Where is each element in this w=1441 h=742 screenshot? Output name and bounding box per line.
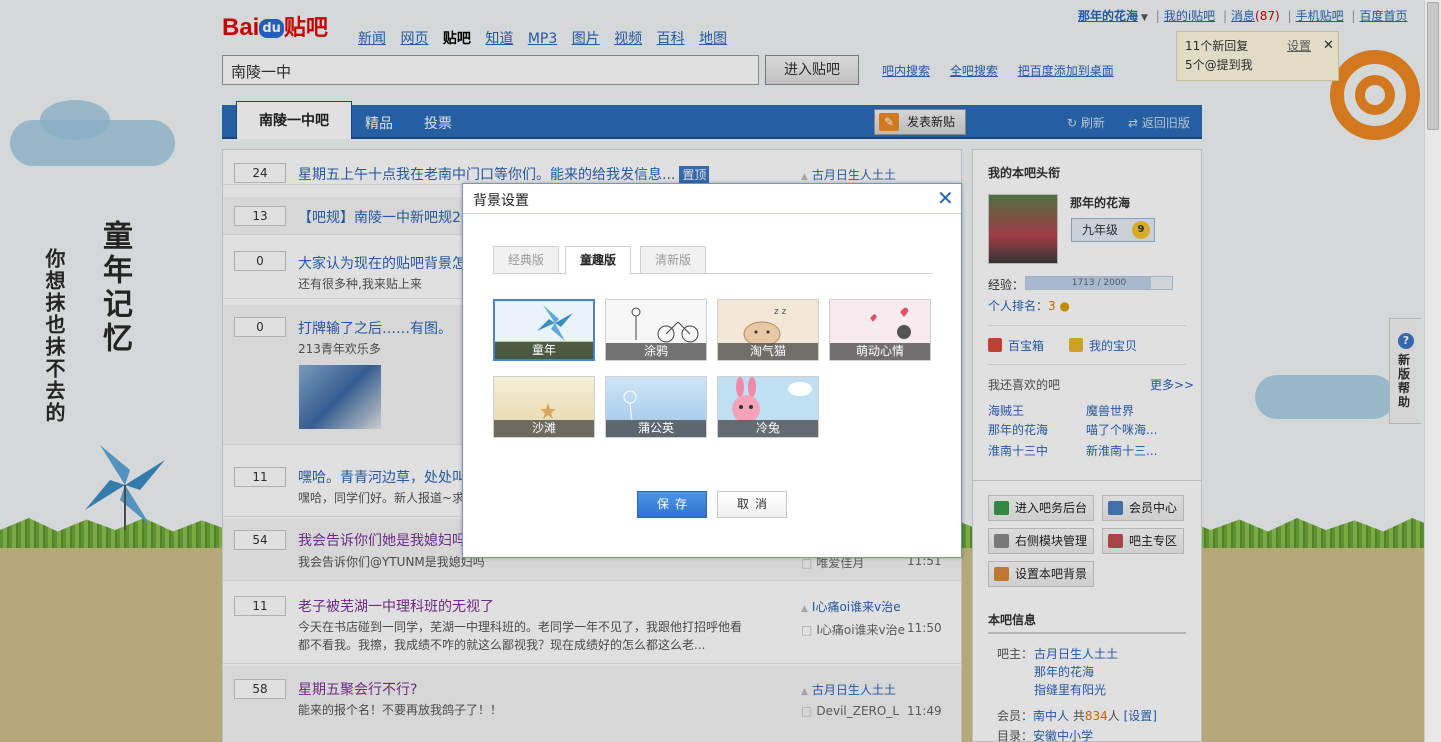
- scrollbar-thumb[interactable]: [1427, 2, 1439, 130]
- cancel-button[interactable]: 取消: [717, 491, 787, 518]
- svg-text:z z: z z: [774, 307, 787, 317]
- skin-caption: 童年: [495, 342, 593, 359]
- tab-classic[interactable]: 经典版: [493, 246, 559, 274]
- skin-dandelion[interactable]: 蒲公英: [605, 376, 707, 438]
- background-settings-dialog: 背景设置 ✕ 经典版 童趣版 清新版 童年 涂鸦 z z 淘气猫 萌动心情 沙滩…: [462, 183, 962, 558]
- skin-caption: 涂鸦: [606, 343, 706, 360]
- windmill-icon: [537, 305, 573, 341]
- rabbit-icon: [732, 377, 812, 423]
- skin-childhood[interactable]: 童年: [493, 299, 595, 361]
- doodle-bicycle-icon: [631, 307, 699, 343]
- page-scrollbar[interactable]: [1424, 0, 1441, 742]
- dialog-title: 背景设置: [473, 193, 529, 209]
- skin-caption: 冷兔: [718, 420, 818, 437]
- starfish-icon: [540, 403, 556, 419]
- tab-fresh[interactable]: 清新版: [640, 246, 706, 274]
- skin-cold-rabbit[interactable]: 冷兔: [717, 376, 819, 438]
- skin-doodle[interactable]: 涂鸦: [605, 299, 707, 361]
- save-button[interactable]: 保存: [637, 491, 707, 518]
- skin-sweet-mood[interactable]: 萌动心情: [829, 299, 931, 361]
- cat-icon: z z: [743, 307, 787, 347]
- skin-caption: 淘气猫: [718, 343, 818, 360]
- skin-beach[interactable]: 沙滩: [493, 376, 595, 438]
- skin-caption: 沙滩: [494, 420, 594, 437]
- dandelion-icon: [623, 390, 637, 422]
- dialog-tabs: 经典版 童趣版 清新版: [493, 246, 933, 275]
- close-icon[interactable]: ✕: [937, 186, 954, 210]
- heart-icon: [870, 307, 911, 339]
- skin-caption: 萌动心情: [830, 343, 930, 360]
- dialog-header: 背景设置 ✕: [463, 184, 961, 214]
- skin-naughty-cat[interactable]: z z 淘气猫: [717, 299, 819, 361]
- tab-fun[interactable]: 童趣版: [565, 246, 631, 275]
- skin-caption: 蒲公英: [606, 420, 706, 437]
